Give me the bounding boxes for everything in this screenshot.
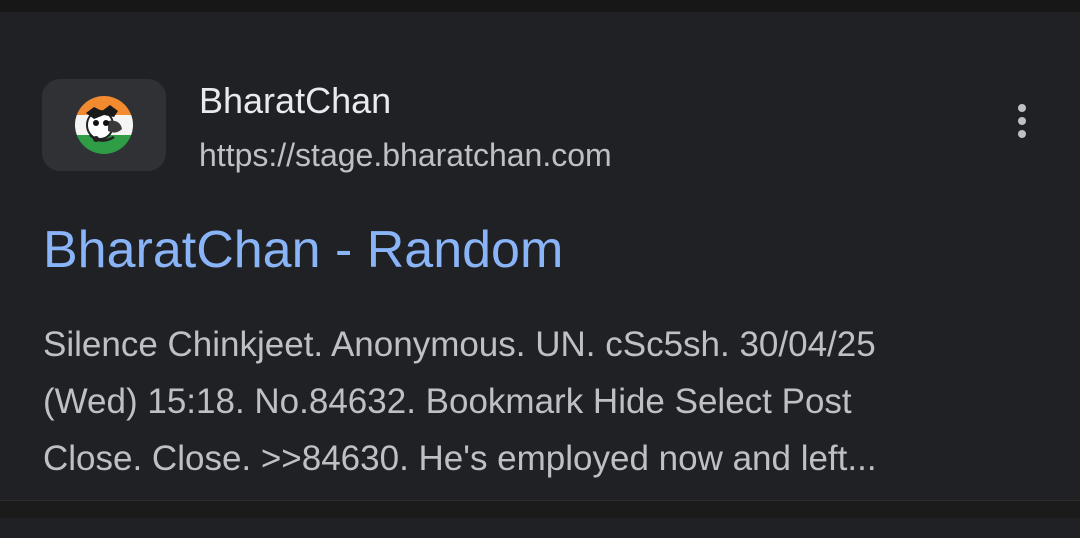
bharatchan-logo-icon <box>75 96 133 154</box>
result-title-link[interactable]: BharatChan - Random <box>43 218 563 282</box>
top-bar <box>0 0 1080 12</box>
search-result-card: BharatChan https://stage.bharatchan.com … <box>0 12 1080 500</box>
more-vert-icon <box>1018 104 1026 112</box>
more-options-button[interactable] <box>1002 96 1042 146</box>
result-divider <box>0 500 1080 519</box>
result-snippet: Silence Chinkjeet. Anonymous. UN. cSc5sh… <box>43 316 1043 487</box>
snippet-line: Close. Close. >>84630. He's employed now… <box>43 439 877 478</box>
next-result-edge <box>0 518 1080 538</box>
site-favicon[interactable] <box>42 79 166 171</box>
snippet-line: (Wed) 15:18. No.84632. Bookmark Hide Sel… <box>43 382 852 421</box>
snippet-line: Silence Chinkjeet. Anonymous. UN. cSc5sh… <box>43 325 876 364</box>
site-url[interactable]: https://stage.bharatchan.com <box>199 136 612 174</box>
site-name[interactable]: BharatChan <box>199 80 391 122</box>
